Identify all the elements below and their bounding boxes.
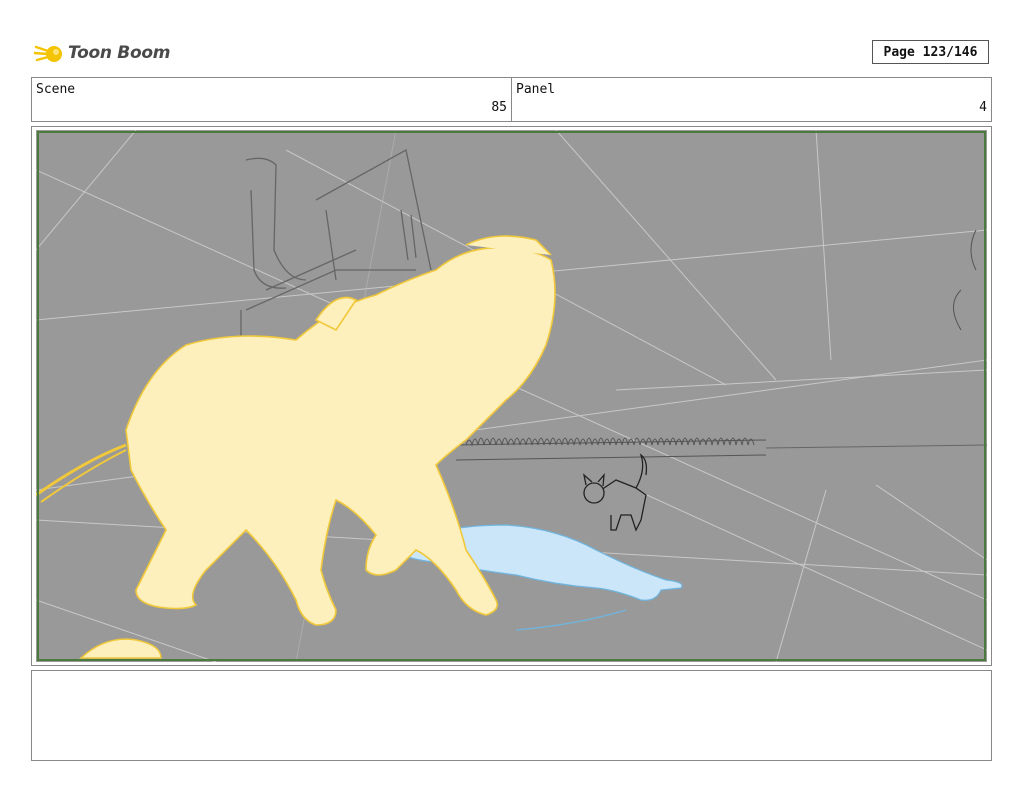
- toon-boom-logo: Toon Boom: [34, 36, 174, 70]
- scene-value: 85: [491, 100, 507, 115]
- logo-text: Toon Boom: [68, 43, 171, 63]
- toon-boom-comet-icon: [34, 45, 62, 62]
- scene-cell: Scene 85: [32, 78, 511, 121]
- scene-label: Scene: [36, 82, 76, 97]
- panel-value: 4: [979, 100, 987, 115]
- page-number: Page 123/146: [872, 40, 989, 64]
- panel-frame: [31, 126, 992, 666]
- panel-cell: Panel 4: [511, 78, 991, 121]
- panel-label: Panel: [516, 82, 556, 97]
- storyboard-artwork: [36, 130, 987, 662]
- scene-panel-header: Scene 85 Panel 4: [31, 77, 992, 122]
- panel-notes-box: [31, 670, 992, 761]
